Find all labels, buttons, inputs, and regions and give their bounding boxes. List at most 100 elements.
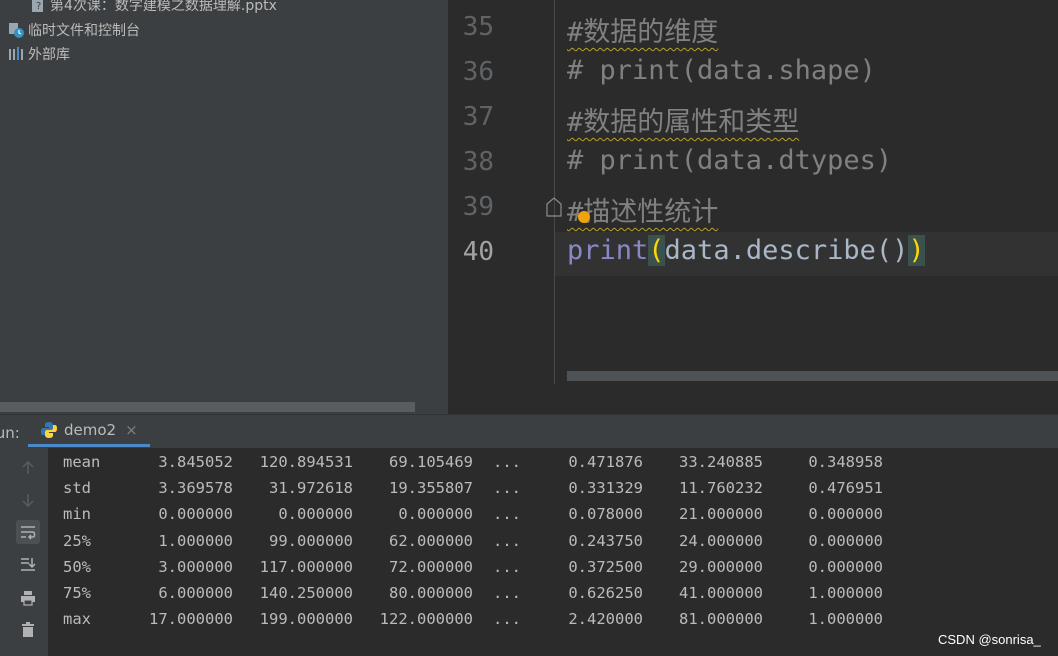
output-cell: 122.000000 (379, 610, 473, 629)
output-cell: 69.105469 (389, 453, 473, 471)
output-row-label: max (63, 610, 91, 629)
project-panel: ? 第4次课：数字建模之数据理解.pptx 临时文件和控制台 外部库 (0, 0, 448, 414)
output-cell: 24.000000 (679, 531, 763, 550)
run-tab-label: demo2 (64, 421, 117, 439)
editor-horizontal-scrollbar[interactable] (567, 371, 1058, 381)
output-row: min 0.000000 0.000000 0.000000... 0.078000 21… (0, 504, 1000, 524)
gutter-divider (554, 0, 555, 384)
output-cell: 0.078000 (568, 505, 643, 524)
code-line-comment[interactable]: # print(data.dtypes) (567, 145, 892, 176)
output-cell: 21.000000 (679, 505, 763, 524)
output-row-label: std (63, 479, 91, 498)
output-cell: ... (493, 505, 521, 524)
output-row-label: min (63, 505, 91, 524)
intention-bulb-icon[interactable] (578, 211, 590, 223)
output-cell: 1.000000 (158, 531, 233, 550)
output-cell: 0.000000 (808, 531, 883, 550)
run-tab-demo2[interactable]: demo2 × (40, 414, 138, 446)
output-cell: 29.000000 (679, 557, 763, 576)
output-cell: 3.845052 (158, 453, 233, 471)
output-cell: 41.000000 (679, 584, 763, 602)
output-cell: 1.000000 (808, 584, 883, 602)
tree-item-label: 临时文件和控制台 (28, 23, 140, 39)
output-cell: 31.972618 (269, 479, 353, 498)
output-cell: 0.000000 (398, 505, 473, 524)
output-cell: 0.000000 (808, 557, 883, 576)
keyword-print: print (567, 235, 649, 266)
close-tab-icon[interactable]: × (125, 421, 138, 439)
output-cell: 6.000000 (158, 584, 233, 602)
output-cell: 3.369578 (158, 479, 233, 498)
output-cell: 1.000000 (808, 610, 883, 629)
output-cell: 3.000000 (158, 557, 233, 576)
tree-item-label: 第4次课：数字建模之数据理解.pptx (50, 0, 277, 14)
output-row-label: 25% (63, 531, 91, 550)
run-panel-header (0, 414, 1058, 449)
output-cell: 11.760232 (679, 479, 763, 498)
code-line-comment[interactable]: #数据的维度 (567, 10, 718, 49)
output-row: max 17.000000 199.000000 122.000000... 2.420… (0, 609, 1000, 629)
output-row: 75% 6.000000 140.250000 80.000000... 0.62625… (0, 583, 1000, 603)
fold-marker-icon[interactable] (545, 196, 563, 218)
output-cell: 0.348958 (808, 453, 883, 471)
line-number: 36 (462, 57, 494, 87)
output-cell: 0.243750 (568, 531, 643, 550)
output-cell: 199.000000 (259, 610, 353, 629)
output-row-label: 75% (63, 584, 91, 602)
line-number: 35 (462, 12, 494, 42)
output-cell: 0.000000 (278, 505, 353, 524)
scratches-icon (8, 22, 24, 38)
output-cell: 81.000000 (679, 610, 763, 629)
output-cell: 0.372500 (568, 557, 643, 576)
output-cell: 17.000000 (149, 610, 233, 629)
output-cell: 0.476951 (808, 479, 883, 498)
output-row-label: 50% (63, 557, 91, 576)
tree-item-scratches[interactable]: 临时文件和控制台 (8, 19, 140, 41)
output-cell: ... (493, 479, 521, 498)
close-paren: ) (908, 235, 925, 266)
output-cell: 0.000000 (808, 505, 883, 524)
output-cell: ... (493, 557, 521, 576)
output-cell: 72.000000 (389, 557, 473, 576)
output-cell: ... (493, 584, 521, 602)
unknown-file-icon: ? (30, 0, 46, 13)
tree-item-external-libraries[interactable]: 外部库 (8, 43, 70, 65)
output-cell: 117.000000 (259, 557, 353, 576)
output-cell: ... (493, 610, 521, 629)
output-cell: 2.420000 (568, 610, 643, 629)
output-cell: 33.240885 (679, 453, 763, 471)
call-args: data.describe() (664, 235, 909, 266)
output-row: 50% 3.000000 117.000000 72.000000... 0.37250… (0, 557, 1000, 577)
output-cell: 0.331329 (568, 479, 643, 498)
output-cell: 140.250000 (259, 584, 353, 602)
watermark: CSDN @sonrisa_ (938, 632, 1041, 647)
output-cell: 0.471876 (568, 453, 643, 471)
library-icon (8, 46, 24, 62)
output-row: 25% 1.000000 99.000000 62.000000... 0.243750… (0, 531, 1000, 551)
output-cell: ... (493, 453, 521, 471)
code-line-comment[interactable]: #描述性统计 (567, 190, 718, 229)
output-cell: 62.000000 (389, 531, 473, 550)
output-cell: 0.626250 (568, 584, 643, 602)
run-label: Run: (0, 424, 20, 442)
output-cell: 120.894531 (259, 453, 353, 471)
output-cell: 0.000000 (158, 505, 233, 524)
tree-item-pptx[interactable]: ? 第4次课：数字建模之数据理解.pptx (30, 0, 277, 16)
line-number: 39 (462, 192, 494, 222)
output-cell: 80.000000 (389, 584, 473, 602)
line-number: 37 (462, 102, 494, 132)
code-line-print[interactable]: print(data.describe()) (567, 235, 925, 266)
project-horizontal-scrollbar[interactable] (0, 402, 415, 412)
output-cell: ... (493, 531, 521, 550)
tree-item-label: 外部库 (28, 47, 70, 63)
output-row: std 3.369578 31.972618 19.355807... 0.331329… (0, 478, 1000, 498)
svg-text:?: ? (36, 1, 41, 12)
run-tab-underline (28, 444, 150, 447)
output-cell: 19.355807 (389, 479, 473, 498)
line-number-current: 40 (462, 237, 494, 267)
open-paren: ( (648, 235, 665, 266)
output-cell: 99.000000 (269, 531, 353, 550)
line-number: 38 (462, 147, 494, 177)
code-line-comment[interactable]: #数据的属性和类型 (567, 100, 799, 139)
code-line-comment[interactable]: # print(data.shape) (567, 55, 876, 86)
